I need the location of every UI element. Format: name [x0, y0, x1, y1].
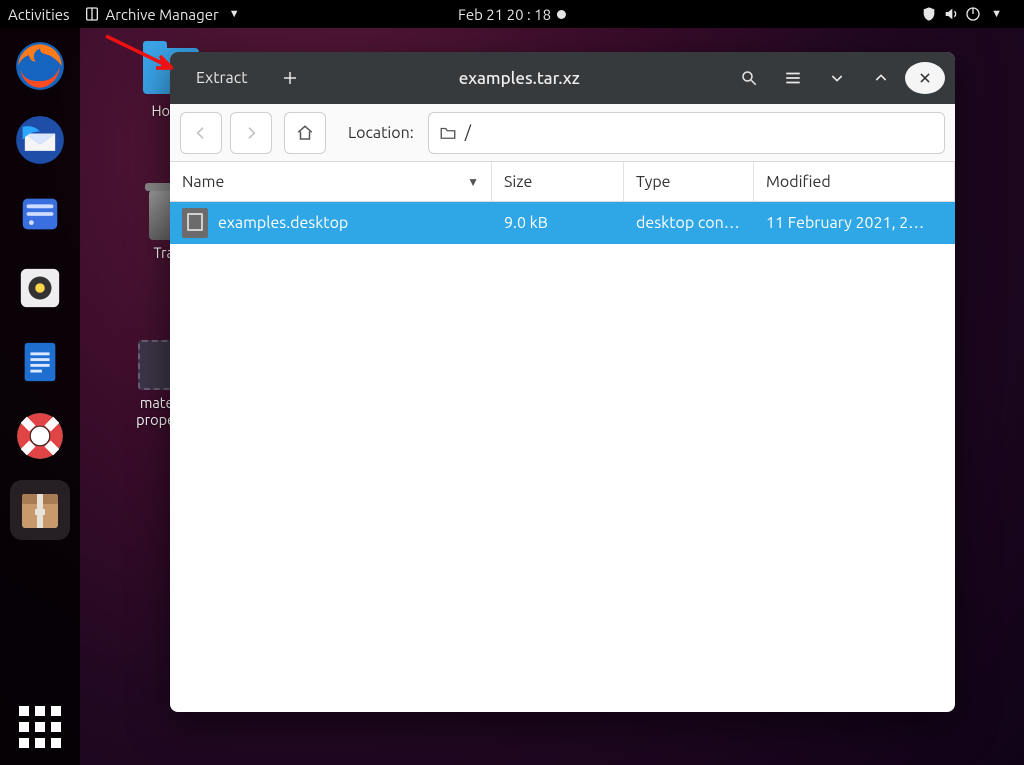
app-menu[interactable]: Archive Manager ▼ [84, 6, 240, 23]
archive-app-icon [84, 6, 100, 22]
file-name: examples.desktop [218, 214, 348, 232]
folder-icon [439, 124, 457, 142]
list-row[interactable]: examples.desktop 9.0 kB desktop con… 11 … [170, 202, 955, 244]
clock[interactable]: Feb 21 20 : 18 [458, 6, 566, 23]
nav-back-button[interactable] [180, 112, 222, 154]
dock-libreoffice-writer[interactable] [10, 332, 70, 392]
list-header: Name ▼ Size Type Modified [170, 162, 955, 202]
dock-files[interactable] [10, 184, 70, 244]
show-applications-button[interactable] [16, 703, 64, 751]
clock-label: Feb 21 20 : 18 [458, 6, 551, 23]
home-button[interactable] [284, 112, 326, 154]
dock-help[interactable] [10, 406, 70, 466]
close-button[interactable] [905, 62, 945, 94]
dock-firefox[interactable] [10, 36, 70, 96]
archive-icon [16, 486, 64, 534]
add-files-button[interactable] [270, 59, 310, 97]
column-name[interactable]: Name ▼ [170, 162, 492, 201]
chevron-left-icon [193, 125, 209, 141]
firefox-icon [14, 40, 66, 92]
home-icon [296, 124, 314, 142]
files-icon [17, 191, 63, 237]
extract-label: Extract [196, 69, 248, 87]
column-type[interactable]: Type [624, 162, 754, 201]
file-type: desktop con… [624, 214, 754, 232]
location-field[interactable]: / [428, 112, 945, 154]
file-icon [182, 208, 208, 238]
chevron-down-icon: ▼ [229, 8, 240, 20]
close-icon [918, 71, 932, 85]
file-size: 9.0 kB [492, 214, 624, 232]
hamburger-menu-button[interactable] [773, 59, 813, 97]
plus-icon [281, 69, 299, 87]
power-icon [965, 6, 981, 22]
location-value: / [465, 123, 471, 142]
location-label: Location: [348, 124, 414, 142]
dock [0, 28, 80, 765]
document-icon [17, 339, 63, 385]
minimize-button[interactable] [817, 59, 857, 97]
status-area[interactable]: ▼ [921, 6, 1002, 22]
thunderbird-icon [14, 114, 66, 166]
lifebuoy-icon [14, 410, 66, 462]
maximize-button[interactable] [861, 59, 901, 97]
speaker-icon [17, 265, 63, 311]
activities-button[interactable]: Activities [8, 6, 70, 23]
search-icon [740, 69, 758, 87]
hamburger-icon [784, 69, 802, 87]
column-modified[interactable]: Modified [754, 162, 955, 201]
notification-dot-icon [557, 10, 566, 19]
titlebar[interactable]: Extract examples.tar.xz [170, 52, 955, 104]
nav-forward-button[interactable] [230, 112, 272, 154]
column-size[interactable]: Size [492, 162, 624, 201]
location-toolbar: Location: / [170, 104, 955, 162]
dock-thunderbird[interactable] [10, 110, 70, 170]
window-title: examples.tar.xz [316, 69, 723, 88]
sort-indicator-icon: ▼ [467, 175, 479, 189]
chevron-up-icon [873, 70, 889, 86]
activities-label: Activities [8, 6, 70, 23]
top-panel: Activities Archive Manager ▼ Feb 21 20 :… [0, 0, 1024, 28]
column-label: Name [182, 173, 224, 191]
dock-archive-manager[interactable] [10, 480, 70, 540]
chevron-down-icon: ▼ [991, 8, 1002, 20]
column-label: Modified [766, 173, 831, 191]
chevron-right-icon [243, 125, 259, 141]
extract-button[interactable]: Extract [180, 59, 264, 97]
dock-rhythmbox[interactable] [10, 258, 70, 318]
volume-icon [943, 6, 959, 22]
file-list[interactable]: examples.desktop 9.0 kB desktop con… 11 … [170, 202, 955, 244]
app-menu-label: Archive Manager [106, 6, 219, 23]
column-label: Size [504, 173, 532, 191]
search-button[interactable] [729, 59, 769, 97]
shield-icon [921, 6, 937, 22]
file-modified: 11 February 2021, 2… [754, 214, 955, 232]
archive-manager-window: Extract examples.tar.xz [170, 52, 955, 712]
chevron-down-icon [829, 70, 845, 86]
column-label: Type [636, 173, 671, 191]
